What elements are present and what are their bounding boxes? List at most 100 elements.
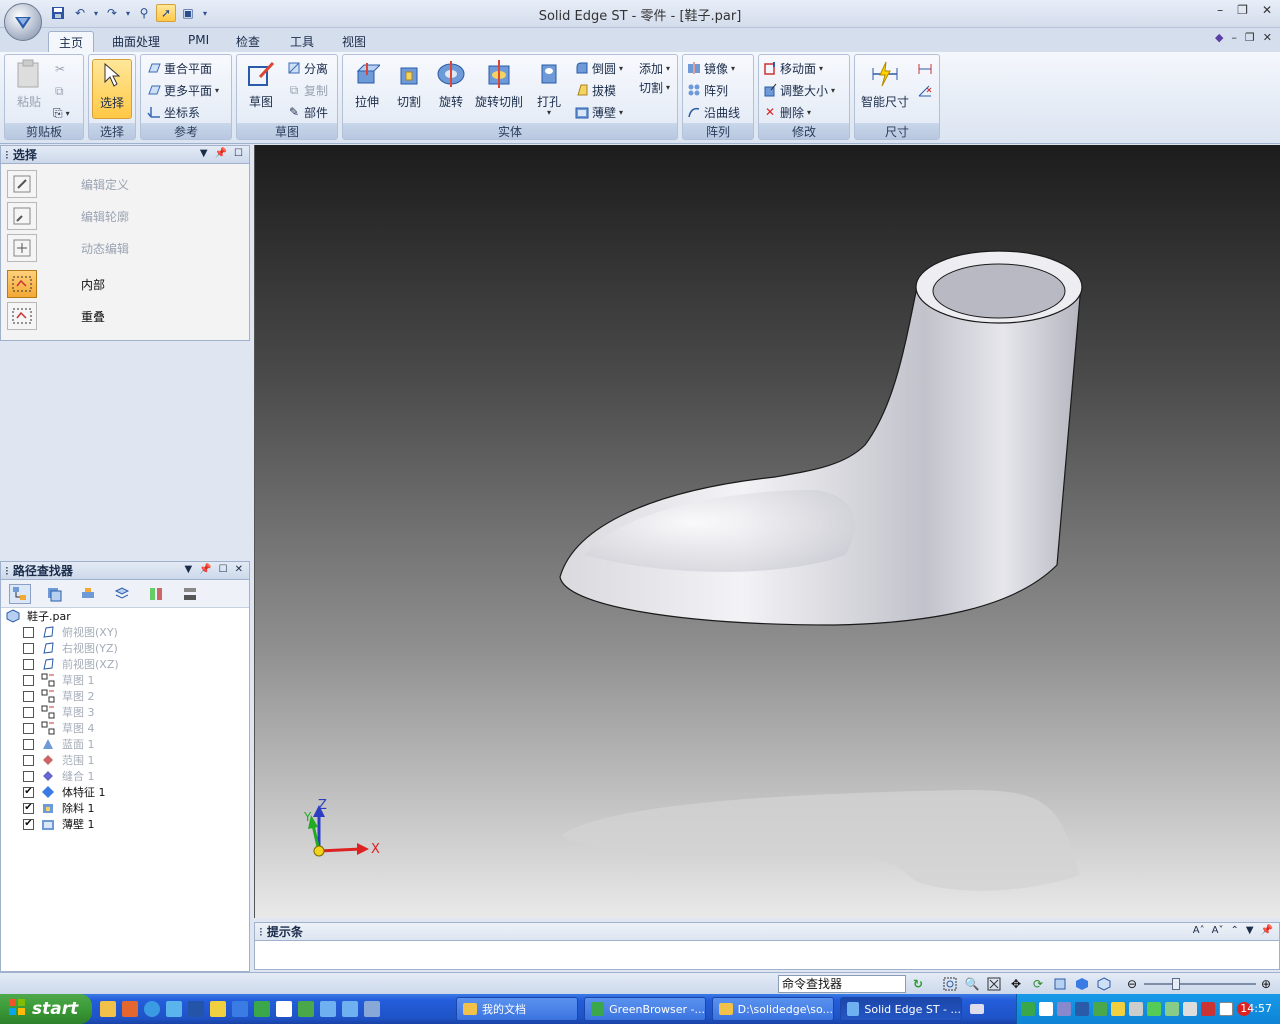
hole-button[interactable]: 打孔 ▾: [529, 59, 569, 117]
quicklaunch-greenbrowser-icon[interactable]: [254, 1001, 270, 1017]
zoom-slider-track[interactable]: [1144, 983, 1256, 985]
tree-item[interactable]: 草图 1: [23, 672, 95, 688]
tree-item[interactable]: 范围 1: [23, 752, 95, 768]
extrude-button[interactable]: 拉伸: [347, 59, 387, 110]
application-button[interactable]: [4, 3, 42, 41]
part-button[interactable]: ✎ 部件: [287, 102, 328, 122]
quicklaunch-messenger-icon[interactable]: [166, 1001, 182, 1017]
tray-app-icon[interactable]: [1039, 1002, 1053, 1016]
more-planes-button[interactable]: 更多平面 ▾: [147, 80, 219, 100]
task-greenbrowser[interactable]: GreenBrowser -...: [584, 997, 706, 1021]
tray-ime-icon[interactable]: [1219, 1002, 1233, 1016]
task-my-documents[interactable]: 我的文档: [456, 997, 578, 1021]
rotate-icon[interactable]: ⟳: [1030, 976, 1046, 992]
select-button[interactable]: 选择: [92, 59, 132, 119]
along-curve-button[interactable]: 沿曲线: [687, 102, 740, 122]
quicklaunch-tool-icon[interactable]: [210, 1001, 226, 1017]
close-icon[interactable]: ✕: [1262, 3, 1272, 17]
visibility-checkbox[interactable]: [23, 658, 34, 670]
doc-restore-icon[interactable]: ❐: [1245, 31, 1255, 44]
doc-minimize-icon[interactable]: –: [1231, 31, 1237, 44]
draft-button[interactable]: 拔模: [575, 80, 616, 100]
paste-special-icon[interactable]: ⎘ ▾: [53, 103, 70, 123]
tab-tools[interactable]: 工具: [280, 31, 324, 52]
tab-home[interactable]: 主页: [48, 31, 95, 52]
start-button[interactable]: start: [0, 994, 92, 1024]
quicklaunch-solidedge2-icon[interactable]: [342, 1001, 358, 1017]
visibility-checkbox[interactable]: [23, 706, 34, 718]
tray-volume-icon[interactable]: [1183, 1002, 1197, 1016]
quicklaunch-save-icon[interactable]: [188, 1001, 204, 1017]
smart-dimension-button[interactable]: 智能尺寸: [857, 59, 913, 110]
overlap-item[interactable]: 重叠: [7, 302, 105, 330]
tray-network-icon[interactable]: [1093, 1002, 1107, 1016]
undo-dropdown-icon[interactable]: ▾: [92, 4, 100, 22]
visibility-checkbox[interactable]: [23, 642, 34, 654]
graphics-viewport[interactable]: Z X Y: [254, 145, 1280, 918]
select-tool-icon[interactable]: ➚: [156, 4, 176, 22]
tray-shield-icon[interactable]: [1165, 1002, 1179, 1016]
tray-greenbrowser-icon[interactable]: [1021, 1002, 1035, 1016]
font-decrease-icon[interactable]: A˅: [1212, 925, 1224, 936]
tree-view-icon[interactable]: [9, 584, 31, 604]
add-button[interactable]: 添加 ▾: [639, 58, 670, 78]
pin-icon[interactable]: 📌: [199, 564, 211, 575]
part-icon[interactable]: ▣: [178, 4, 198, 22]
visibility-checkbox[interactable]: ✔: [23, 802, 34, 814]
pattern-button[interactable]: 阵列: [687, 80, 728, 100]
cut-button[interactable]: 切割: [389, 59, 429, 110]
tab-inspect[interactable]: 检查: [226, 31, 270, 52]
paste-button[interactable]: 粘贴: [9, 59, 49, 110]
dynamic-edit-item[interactable]: 动态编辑: [7, 234, 129, 262]
doc-close-icon[interactable]: ✕: [1263, 31, 1272, 44]
inside-item[interactable]: 内部: [7, 270, 105, 298]
coincident-plane-button[interactable]: 重合平面: [147, 58, 212, 78]
collapse-icon[interactable]: ⌃: [1230, 925, 1238, 936]
resize-button[interactable]: 调整大小 ▾: [763, 80, 835, 100]
quicklaunch-ie-icon[interactable]: [232, 1001, 248, 1017]
fit-icon[interactable]: [986, 976, 1002, 992]
maximize-icon[interactable]: ❐: [1237, 3, 1248, 17]
cut-dropdown-button[interactable]: 切割 ▾: [639, 77, 670, 97]
select-filter-icon[interactable]: ⚲: [134, 4, 154, 22]
tree-item[interactable]: 草图 3: [23, 704, 95, 720]
zoom-area-icon[interactable]: [942, 976, 958, 992]
visibility-checkbox[interactable]: [23, 674, 34, 686]
tree-item[interactable]: 草图 2: [23, 688, 95, 704]
angle-between-icon[interactable]: [917, 81, 933, 101]
revolve-button[interactable]: 旋转: [431, 59, 471, 110]
round-button[interactable]: 倒圆 ▾: [575, 58, 623, 78]
tab-surfacing[interactable]: 曲面处理: [102, 31, 170, 52]
tree-item[interactable]: ✔ 薄壁 1: [23, 816, 95, 832]
command-finder-input[interactable]: 命令查找器: [778, 975, 906, 993]
tray-tool-icon[interactable]: [1129, 1002, 1143, 1016]
mirror-button[interactable]: 镜像 ▾: [687, 58, 735, 78]
coord-system-button[interactable]: 坐标系: [147, 102, 200, 122]
visibility-checkbox[interactable]: [23, 722, 34, 734]
quicklaunch-app-icon[interactable]: [122, 1001, 138, 1017]
visibility-checkbox[interactable]: [23, 690, 34, 702]
tree-item[interactable]: 蓝面 1: [23, 736, 95, 752]
display-config-icon[interactable]: [179, 584, 201, 604]
quicklaunch-calc-icon[interactable]: [298, 1001, 314, 1017]
zoom-in-icon[interactable]: ⊕: [1258, 976, 1274, 992]
pin-icon[interactable]: 📌: [215, 148, 227, 159]
quicklaunch-solidedge-icon[interactable]: [320, 1001, 336, 1017]
tray-update-icon[interactable]: [1147, 1002, 1161, 1016]
tree-item[interactable]: 前视图(XZ): [23, 656, 119, 672]
refresh-icon[interactable]: ↻: [910, 976, 926, 992]
sketch-copy-button[interactable]: ⧉ 复制: [287, 80, 328, 100]
keyboard-icon[interactable]: [970, 1004, 984, 1014]
tree-item[interactable]: ✔ 体特征 1: [23, 784, 106, 800]
copy-icon[interactable]: ⧉: [55, 81, 64, 101]
revolve-cut-button[interactable]: 旋转切削: [473, 59, 525, 110]
panel-menu-icon[interactable]: ▼: [1246, 925, 1254, 936]
cut-icon[interactable]: ✂: [55, 59, 65, 79]
tray-security-icon[interactable]: [1111, 1002, 1125, 1016]
assembly-icon[interactable]: [77, 584, 99, 604]
move-face-button[interactable]: 移动面 ▾: [763, 58, 823, 78]
task-solid-edge[interactable]: Solid Edge ST - ...: [840, 997, 962, 1021]
tree-root[interactable]: 鞋子.par: [5, 608, 71, 624]
panel-menu-icon[interactable]: ▼: [200, 148, 208, 159]
tray-headset-icon[interactable]: [1057, 1002, 1071, 1016]
